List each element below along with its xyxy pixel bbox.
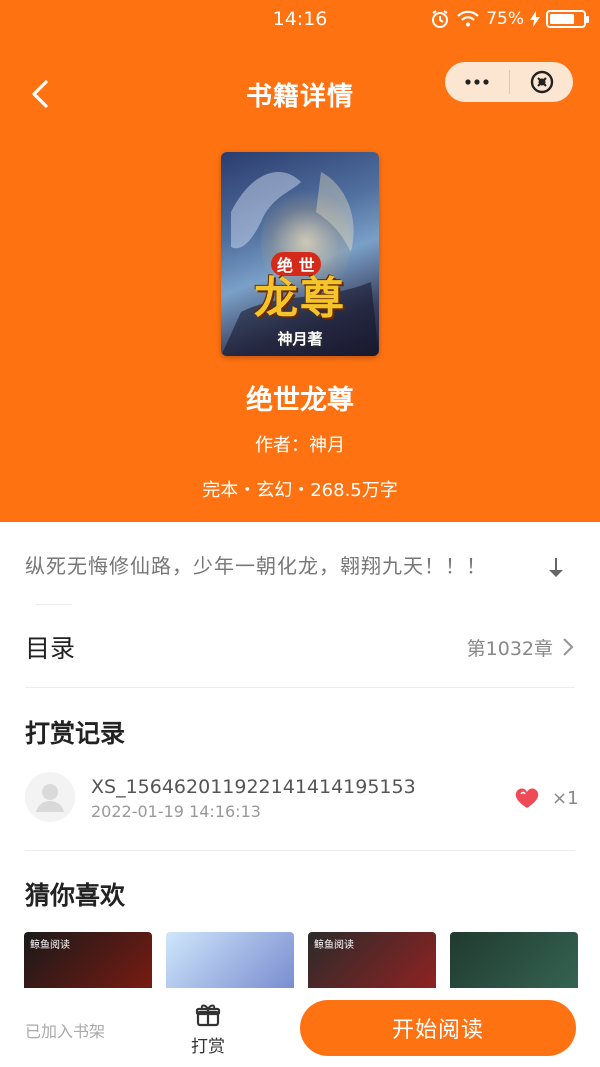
- expand-arrow-icon[interactable]: [546, 556, 566, 580]
- rewards-title: 打赏记录: [25, 719, 126, 748]
- cover-author: 神月著: [277, 330, 323, 348]
- recommend-book[interactable]: 鲸鱼阅读: [308, 932, 436, 992]
- avatar: [25, 772, 75, 822]
- reward-record: XS_156462011922141414195153 2022-01-19 1…: [20, 770, 580, 828]
- book-author: 作者：神月: [255, 435, 345, 456]
- recommend-title: 猜你喜欢: [25, 881, 126, 910]
- recommend-book[interactable]: [450, 932, 578, 992]
- recommend-book[interactable]: [166, 932, 294, 992]
- reward-button-label: 打赏: [191, 1037, 225, 1057]
- book-header: 14:16 75% 书籍详情 绝 世 龙尊 神月著 绝世龙尊 作者：神月 完本・…: [0, 0, 600, 522]
- status-bar: 14:16 75%: [0, 0, 600, 40]
- recommend-tag: 鲸鱼阅读: [314, 940, 354, 951]
- page-title: 书籍详情: [245, 82, 354, 112]
- reward-time: 2022-01-19 14:16:13: [91, 802, 261, 821]
- user-icon: [36, 784, 64, 812]
- book-cover[interactable]: 绝 世 龙尊 神月著: [221, 152, 379, 356]
- divider: [36, 604, 72, 605]
- miniapp-capsule: [445, 62, 573, 102]
- more-dots-icon: [465, 79, 489, 85]
- recommend-list: 鲸鱼阅读 鲸鱼阅读: [24, 932, 579, 992]
- chevron-left-icon: [32, 80, 48, 108]
- divider: [25, 687, 575, 688]
- bottom-bar: 已加入书架 打赏 开始阅读: [0, 988, 600, 1067]
- cover-title: 龙尊: [254, 273, 346, 324]
- alarm-icon: [432, 10, 449, 28]
- gift-icon: [195, 1004, 221, 1027]
- battery-percent: 75%: [486, 9, 524, 29]
- toc-latest: 第1032章: [467, 634, 575, 661]
- gift-heart-icon: [515, 788, 539, 808]
- status-icons: 75%: [430, 8, 589, 30]
- toc-label: 目录: [25, 634, 76, 663]
- book-title: 绝世龙尊: [246, 385, 354, 416]
- battery-icon: [546, 10, 589, 28]
- reward-count: ×1: [552, 788, 579, 809]
- back-button[interactable]: [22, 74, 62, 114]
- start-reading-button[interactable]: 开始阅读: [300, 1000, 576, 1056]
- reward-user: XS_156462011922141414195153: [91, 776, 416, 798]
- added-to-shelf-button[interactable]: 已加入书架: [25, 1018, 105, 1042]
- chevron-right-icon: [563, 638, 574, 656]
- recommend-tag: 鲸鱼阅读: [30, 940, 70, 951]
- close-button[interactable]: [510, 62, 573, 102]
- divider: [25, 850, 575, 851]
- book-synopsis: 纵死无悔修仙路，少年一朝化龙，翱翔九天！！！: [25, 554, 487, 578]
- charging-icon: [530, 11, 540, 27]
- wifi-icon: [457, 10, 479, 27]
- close-circle-icon: [530, 70, 553, 94]
- book-meta: 完本・玄幻・268.5万字: [202, 480, 398, 501]
- more-button[interactable]: [445, 62, 509, 102]
- toc-row[interactable]: 目录 第1032章: [25, 614, 575, 680]
- reward-button[interactable]: 打赏: [180, 1000, 236, 1057]
- recommend-book[interactable]: 鲸鱼阅读: [24, 932, 152, 992]
- toc-chapter: 第1032章: [466, 637, 553, 660]
